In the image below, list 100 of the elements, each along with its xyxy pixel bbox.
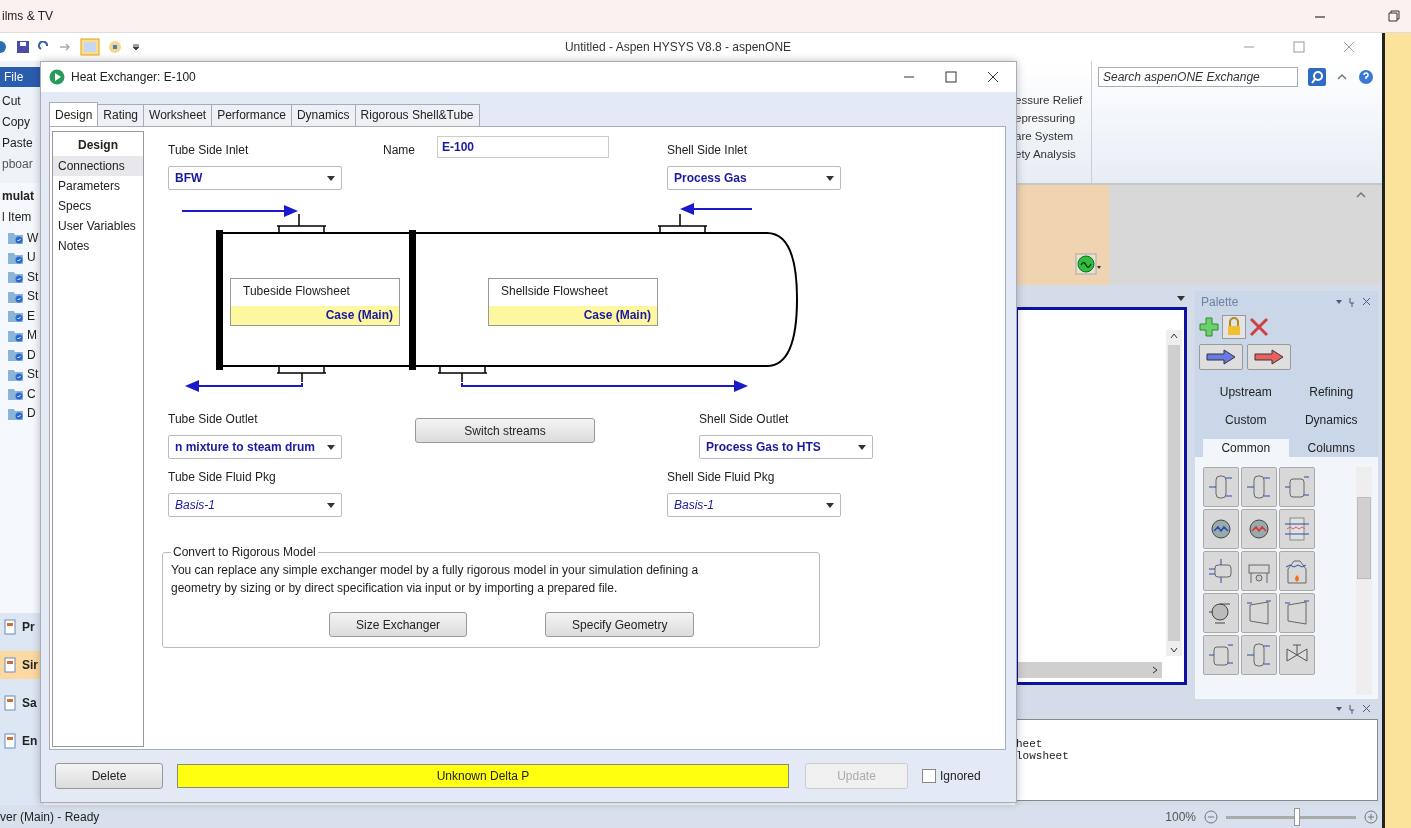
palette-tool[interactable] [1279, 635, 1315, 675]
zoom-out-icon[interactable] [1204, 809, 1218, 824]
restore-icon[interactable] [1387, 9, 1401, 23]
tab[interactable]: Performance [212, 104, 292, 127]
ignored-checkbox[interactable] [922, 769, 936, 783]
fluid-package-dropdown[interactable]: Basis-1 [667, 493, 841, 517]
tab[interactable]: Design [49, 102, 99, 127]
clipboard-command[interactable]: Cut [0, 94, 44, 108]
scrollbar[interactable] [1018, 662, 1162, 678]
app-icon[interactable] [0, 40, 8, 54]
panel-controls-icon[interactable] [1336, 297, 1372, 307]
palette-tool[interactable] [1279, 509, 1315, 549]
collapse-icon[interactable] [1336, 72, 1348, 82]
tree-item[interactable]: St [27, 367, 39, 382]
scrollbar[interactable] [1166, 330, 1182, 656]
palette-tab[interactable]: Refining [1288, 383, 1374, 401]
redo-icon[interactable] [58, 41, 72, 53]
palette-tool[interactable] [1203, 509, 1239, 549]
circle-icon[interactable] [108, 40, 124, 54]
panel-controls-icon[interactable] [1336, 704, 1372, 714]
palette-tab[interactable]: Dynamics [1288, 411, 1374, 429]
navigation-item[interactable]: Specs [53, 196, 143, 216]
vessel-icon [1208, 473, 1234, 501]
arrow-icon [1254, 349, 1284, 365]
tab[interactable]: Rigorous Shell&Tube [355, 104, 480, 127]
ribbon-command[interactable]: epressuring [1015, 112, 1091, 124]
folder-icon [8, 231, 24, 245]
scroll-down-icon[interactable] [1170, 647, 1178, 653]
zoom-in-icon[interactable] [1364, 809, 1378, 824]
palette-tab[interactable]: Custom [1203, 411, 1289, 429]
delete-button[interactable]: Delete [55, 763, 163, 789]
maximize-icon[interactable] [1292, 40, 1306, 54]
tree-item[interactable]: C [27, 386, 36, 401]
flowsheet-box[interactable]: Shellside Flowsheet Case (Main) [488, 278, 658, 326]
clipboard-command[interactable]: Paste [0, 136, 44, 150]
tree-item[interactable]: St [27, 269, 39, 284]
palette-tool[interactable] [1279, 551, 1315, 591]
scroll-up-icon[interactable] [1170, 333, 1178, 339]
shell-inlet-dropdown[interactable]: Process Gas [667, 166, 841, 190]
tree-item[interactable]: D [27, 347, 36, 362]
tree-item[interactable]: E [27, 308, 35, 323]
flowsheet-canvas[interactable] [1015, 307, 1187, 685]
tree-item[interactable]: St [27, 289, 39, 304]
tube-inlet-dropdown[interactable]: BFW [168, 166, 342, 190]
save-icon[interactable] [16, 40, 30, 54]
scroll-right-icon[interactable] [1152, 666, 1158, 674]
palette-tool[interactable] [1279, 593, 1315, 633]
action-button[interactable]: Specify Geometry [545, 612, 695, 637]
vessel-icon [1246, 473, 1272, 501]
palette-tab[interactable]: Upstream [1203, 383, 1289, 401]
palette-tool[interactable] [1241, 509, 1277, 549]
navigation-item[interactable]: Notes [53, 236, 143, 256]
navigation-item[interactable]: User Variables [53, 216, 143, 236]
search-icon[interactable] [1308, 68, 1326, 86]
run-icon[interactable] [1075, 253, 1101, 275]
folder-icon [8, 367, 24, 381]
search-field[interactable]: Search aspenONE Exchange [1098, 67, 1298, 87]
tab[interactable]: Rating [98, 104, 145, 127]
tree-item[interactable]: W [27, 230, 39, 245]
palette-tool[interactable] [1241, 593, 1277, 633]
navigation-button[interactable]: Sa [0, 689, 44, 717]
scrollbar[interactable] [1356, 467, 1372, 695]
navigation-button[interactable]: En [0, 727, 44, 755]
dropdown-icon[interactable] [1177, 296, 1185, 302]
delete-icon[interactable] [1249, 317, 1269, 337]
close-icon[interactable] [986, 70, 1000, 84]
name-field[interactable]: E-100 [437, 136, 609, 158]
navigation-item[interactable]: Parameters [53, 176, 143, 196]
fluid-package-dropdown[interactable]: Basis-1 [168, 493, 342, 517]
palette-tab[interactable]: Common [1203, 439, 1289, 457]
fired-heater-icon [1284, 557, 1310, 585]
clipboard-command[interactable]: Copy [0, 115, 44, 129]
palette-tool[interactable] [1203, 593, 1239, 633]
tree-item[interactable]: U [27, 250, 36, 265]
field-label: Tube Side Fluid Pkg [168, 470, 277, 484]
shell-outlet-dropdown[interactable]: Process Gas to HTS [699, 435, 873, 459]
panel-title: Palette [1201, 295, 1239, 309]
undo-icon[interactable] [38, 41, 50, 53]
zoom-slider[interactable] [1226, 807, 1356, 826]
file-tab[interactable]: File [0, 67, 40, 87]
flowsheet-box[interactable]: Tubeside Flowsheet Case (Main) [230, 278, 400, 326]
navigation-item[interactable]: Connections [53, 156, 143, 176]
help-icon[interactable] [1358, 69, 1374, 85]
energy-stream-button[interactable] [1247, 344, 1291, 370]
tree-item[interactable]: M [27, 328, 37, 343]
navigation-button[interactable]: Pr [0, 613, 44, 641]
tree-item[interactable]: D [27, 406, 36, 421]
customize-icon[interactable] [132, 42, 140, 52]
palette-tab[interactable]: Columns [1288, 439, 1374, 457]
tube-outlet-dropdown[interactable]: n mixture to steam drum [168, 435, 342, 459]
action-button[interactable]: Size Exchanger [329, 612, 468, 637]
add-icon[interactable] [1199, 317, 1219, 337]
maximize-icon[interactable] [944, 70, 958, 84]
switch-streams-button[interactable]: Switch streams [415, 418, 595, 443]
checkbox-label[interactable]: Ignored [940, 769, 981, 783]
tab[interactable]: Worksheet [144, 104, 213, 127]
collapse-icon[interactable] [1356, 191, 1366, 199]
material-stream-button[interactable] [1199, 344, 1243, 370]
dialog-title: Heat Exchanger: E-100 [71, 70, 197, 84]
lock-icon[interactable] [1222, 315, 1246, 339]
